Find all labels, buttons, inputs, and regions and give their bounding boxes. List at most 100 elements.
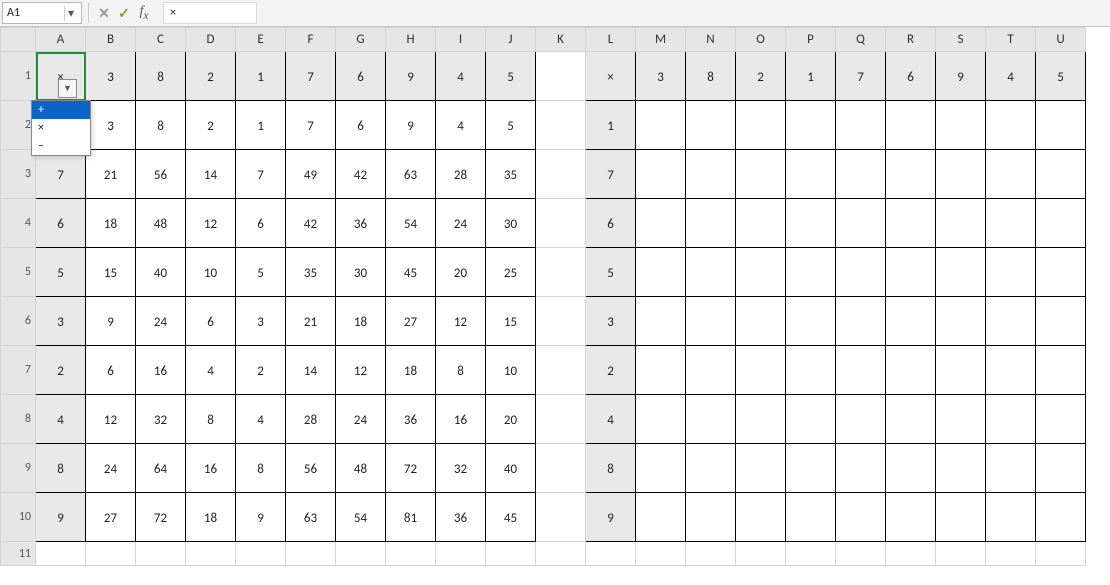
column-header-F[interactable]: F: [286, 28, 336, 52]
cell-O1[interactable]: 2: [736, 52, 786, 101]
cell-D10[interactable]: 18: [186, 493, 236, 542]
cell-T3[interactable]: [986, 150, 1036, 199]
cell-C2[interactable]: 8: [136, 101, 186, 150]
confirm-icon[interactable]: ✓: [115, 5, 133, 22]
cell-T1[interactable]: 4: [986, 52, 1036, 101]
cell-C8[interactable]: 32: [136, 395, 186, 444]
cell-N4[interactable]: [686, 199, 736, 248]
cell-C3[interactable]: 56: [136, 150, 186, 199]
cell-N5[interactable]: [686, 248, 736, 297]
row-header-4[interactable]: 4: [1, 199, 36, 248]
cell-R5[interactable]: [886, 248, 936, 297]
cell-K3[interactable]: [536, 150, 586, 199]
row-header-7[interactable]: 7: [1, 346, 36, 395]
row-header-3[interactable]: 3: [1, 150, 36, 199]
cell-B3[interactable]: 21: [86, 150, 136, 199]
cell-S2[interactable]: [936, 101, 986, 150]
cell-A3[interactable]: 7: [36, 150, 86, 199]
cell-L4[interactable]: 6: [586, 199, 636, 248]
cell-H7[interactable]: 18: [386, 346, 436, 395]
cell-M2[interactable]: [636, 101, 686, 150]
cell-O7[interactable]: [736, 346, 786, 395]
cell-C11[interactable]: [136, 542, 186, 566]
cell-U9[interactable]: [1036, 444, 1086, 493]
cell-D5[interactable]: 10: [186, 248, 236, 297]
cell-B5[interactable]: 15: [86, 248, 136, 297]
cell-N2[interactable]: [686, 101, 736, 150]
cell-K6[interactable]: [536, 297, 586, 346]
cell-F7[interactable]: 14: [286, 346, 336, 395]
cell-U1[interactable]: 5: [1036, 52, 1086, 101]
cell-J2[interactable]: 5: [486, 101, 536, 150]
cell-O9[interactable]: [736, 444, 786, 493]
dropdown-option-1[interactable]: ×: [32, 119, 90, 137]
cell-P4[interactable]: [786, 199, 836, 248]
cell-P3[interactable]: [786, 150, 836, 199]
cell-H1[interactable]: 9: [386, 52, 436, 101]
cell-F4[interactable]: 42: [286, 199, 336, 248]
column-header-H[interactable]: H: [386, 28, 436, 52]
cell-H4[interactable]: 54: [386, 199, 436, 248]
cell-O2[interactable]: [736, 101, 786, 150]
cell-L6[interactable]: 3: [586, 297, 636, 346]
cell-G3[interactable]: 42: [336, 150, 386, 199]
name-box-dropdown-icon[interactable]: ▾: [64, 6, 77, 21]
column-header-I[interactable]: I: [436, 28, 486, 52]
cell-N9[interactable]: [686, 444, 736, 493]
cell-K2[interactable]: [536, 101, 586, 150]
cell-G1[interactable]: 6: [336, 52, 386, 101]
data-validation-dropdown-button[interactable]: ▼: [58, 79, 77, 98]
cell-S9[interactable]: [936, 444, 986, 493]
cell-C9[interactable]: 64: [136, 444, 186, 493]
column-header-A[interactable]: A: [36, 28, 86, 52]
cell-H3[interactable]: 63: [386, 150, 436, 199]
cell-O11[interactable]: [736, 542, 786, 566]
cell-S7[interactable]: [936, 346, 986, 395]
fx-icon[interactable]: fx: [135, 4, 153, 22]
cell-G9[interactable]: 48: [336, 444, 386, 493]
cell-U3[interactable]: [1036, 150, 1086, 199]
cell-U2[interactable]: [1036, 101, 1086, 150]
cell-B6[interactable]: 9: [86, 297, 136, 346]
cell-R10[interactable]: [886, 493, 936, 542]
cell-M3[interactable]: [636, 150, 686, 199]
cell-O8[interactable]: [736, 395, 786, 444]
cell-Q3[interactable]: [836, 150, 886, 199]
cell-P11[interactable]: [786, 542, 836, 566]
cell-H6[interactable]: 27: [386, 297, 436, 346]
row-header-5[interactable]: 5: [1, 248, 36, 297]
cell-M10[interactable]: [636, 493, 686, 542]
cell-S4[interactable]: [936, 199, 986, 248]
cell-D1[interactable]: 2: [186, 52, 236, 101]
cell-U7[interactable]: [1036, 346, 1086, 395]
cell-A7[interactable]: 2: [36, 346, 86, 395]
cell-F8[interactable]: 28: [286, 395, 336, 444]
cell-K4[interactable]: [536, 199, 586, 248]
cell-E3[interactable]: 7: [236, 150, 286, 199]
column-header-J[interactable]: J: [486, 28, 536, 52]
cancel-icon[interactable]: ✕: [95, 5, 113, 22]
cell-N1[interactable]: 8: [686, 52, 736, 101]
cell-B9[interactable]: 24: [86, 444, 136, 493]
cell-U8[interactable]: [1036, 395, 1086, 444]
cell-D4[interactable]: 12: [186, 199, 236, 248]
cell-P1[interactable]: 1: [786, 52, 836, 101]
cell-A9[interactable]: 8: [36, 444, 86, 493]
cell-J5[interactable]: 25: [486, 248, 536, 297]
cell-L11[interactable]: [586, 542, 636, 566]
cell-I4[interactable]: 24: [436, 199, 486, 248]
cell-P8[interactable]: [786, 395, 836, 444]
cell-F11[interactable]: [286, 542, 336, 566]
cell-L8[interactable]: 4: [586, 395, 636, 444]
cell-C6[interactable]: 24: [136, 297, 186, 346]
cell-R3[interactable]: [886, 150, 936, 199]
cell-H10[interactable]: 81: [386, 493, 436, 542]
dropdown-option-0[interactable]: +: [32, 101, 90, 119]
cell-F6[interactable]: 21: [286, 297, 336, 346]
cell-Q10[interactable]: [836, 493, 886, 542]
cell-E1[interactable]: 1: [236, 52, 286, 101]
cell-K8[interactable]: [536, 395, 586, 444]
cell-E6[interactable]: 3: [236, 297, 286, 346]
cell-K5[interactable]: [536, 248, 586, 297]
cell-A5[interactable]: 5: [36, 248, 86, 297]
